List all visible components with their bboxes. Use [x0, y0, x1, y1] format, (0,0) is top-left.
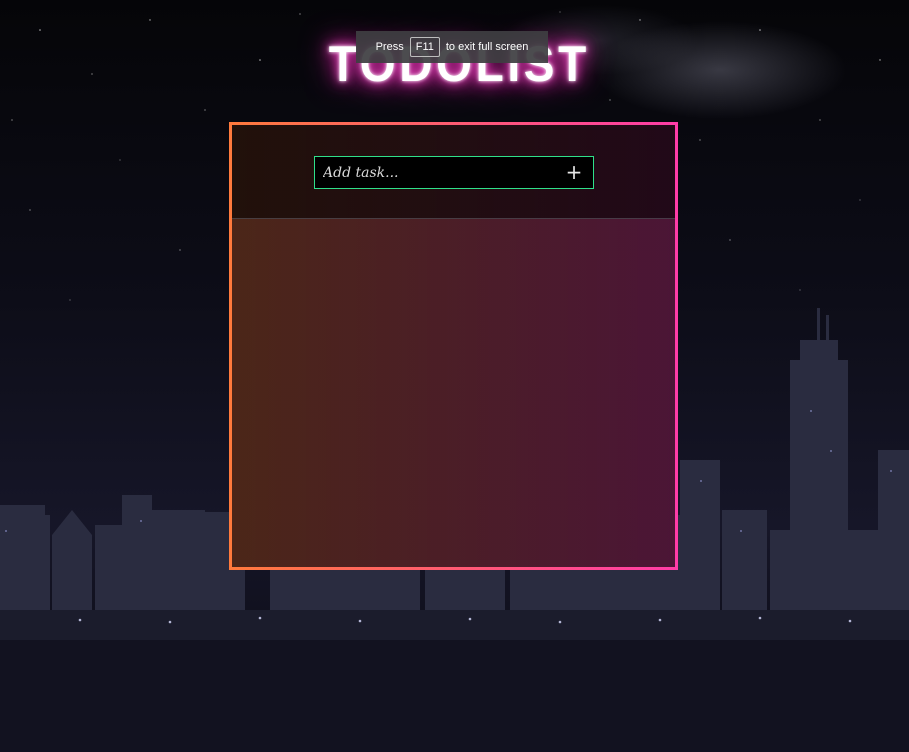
add-task-button[interactable]: +: [559, 157, 589, 188]
fullscreen-notice-prefix: Press: [375, 41, 404, 53]
todo-panel: +: [229, 122, 678, 570]
add-task-input[interactable]: [315, 157, 555, 188]
f11-key-badge: F11: [409, 37, 440, 57]
task-form-area: +: [232, 125, 675, 219]
fullscreen-notice: Press F11 to exit full screen: [356, 31, 548, 63]
task-input-container: +: [314, 156, 594, 189]
fullscreen-notice-suffix: to exit full screen: [445, 41, 529, 53]
task-list: [232, 220, 675, 567]
